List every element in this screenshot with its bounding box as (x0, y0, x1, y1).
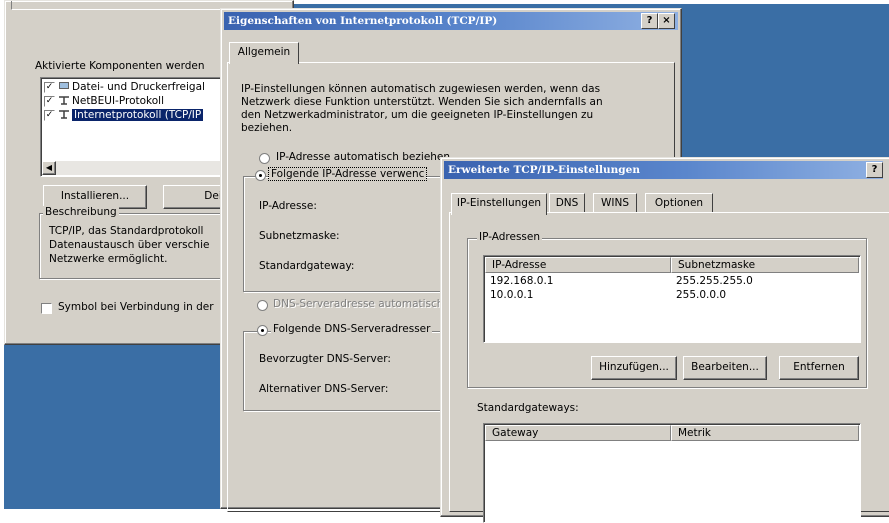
column-header-metric[interactable]: Metrik (671, 425, 859, 441)
subnet-cell: 255.255.255.0 (676, 275, 753, 287)
close-button[interactable]: × (658, 13, 675, 29)
tab-general[interactable]: Allgemein (229, 42, 299, 64)
tab-wins[interactable]: WINS (593, 193, 637, 212)
protocol-icon (59, 110, 69, 119)
auto-ip-label: IP-Adresse automatisch beziehen (276, 151, 451, 163)
alternate-dns-label: Alternativer DNS-Server: (259, 383, 389, 395)
gateway-list[interactable]: Gateway Metrik (483, 423, 861, 523)
component-checkbox[interactable]: ✓ (44, 110, 55, 121)
auto-dns-label: DNS-Serveradresse automatisch (273, 298, 444, 310)
default-gateway-label: Standardgateway: (259, 260, 355, 272)
subnet-mask-label: Subnetzmaske: (259, 230, 340, 242)
dns-config-group (243, 331, 453, 411)
description-line-1: TCP/IP, das Standardprotokoll (49, 225, 204, 237)
horizontal-scrollbar[interactable]: ◀ (42, 161, 238, 175)
manual-dns-label: Folgende DNS-Serveradresser (271, 323, 433, 335)
scroll-left-button[interactable]: ◀ (42, 161, 56, 175)
protocol-icon (59, 96, 69, 105)
default-gateways-label: Standardgateways: (477, 402, 579, 414)
edit-button[interactable]: Bearbeiten... (683, 356, 767, 380)
tcpip-title: Eigenschaften von Internetprotokoll (TCP… (228, 15, 498, 27)
components-label: Aktivierte Komponenten werden (35, 60, 205, 72)
column-header-ip[interactable]: IP-Adresse (485, 257, 671, 273)
tab-options[interactable]: Optionen (645, 193, 713, 212)
components-list[interactable]: ✓ Datei- und Druckerfreigal ✓ NetBEUI-Pr… (40, 77, 240, 177)
help-button[interactable]: ? (866, 162, 883, 178)
ip-cell: 10.0.0.1 (490, 289, 534, 301)
intro-text-line-4: beziehen. (241, 122, 293, 134)
description-line-3: Netzwerke ermöglicht. (49, 253, 168, 265)
manual-dns-radio[interactable] (257, 325, 268, 336)
add-button[interactable]: Hinzufügen... (591, 356, 677, 380)
show-icon-checkbox[interactable] (41, 303, 52, 314)
ip-row[interactable]: 192.168.0.1 255.255.255.0 (484, 274, 860, 288)
ip-addresses-legend: IP-Adressen (477, 231, 543, 243)
column-header-subnet[interactable]: Subnetzmaske (671, 257, 859, 273)
tcpip-title-bar: Eigenschaften von Internetprotokoll (TCP… (224, 12, 678, 30)
component-label-selected: Internetprotokoll (TCP/IP (72, 109, 204, 121)
description-legend: Beschreibung (43, 206, 119, 218)
component-label: Datei- und Druckerfreigal (72, 81, 205, 93)
subnet-cell: 255.0.0.0 (676, 289, 727, 301)
component-checkbox[interactable]: ✓ (44, 96, 55, 107)
advanced-tcpip-dialog: Erweiterte TCP/IP-Einstellungen ? IP-Ein… (440, 157, 889, 523)
manual-ip-radio[interactable] (255, 170, 266, 181)
help-button[interactable]: ? (641, 13, 658, 29)
manual-ip-label: Folgende IP-Adresse verwenc (267, 167, 428, 181)
advanced-title-bar: Erweiterte TCP/IP-Einstellungen ? (444, 161, 883, 179)
remove-button[interactable]: Entfernen (779, 356, 859, 380)
component-label: NetBEUI-Protokoll (72, 95, 165, 107)
show-icon-label: Symbol bei Verbindung in der (58, 301, 214, 313)
ip-row[interactable]: 10.0.0.1 255.0.0.0 (484, 288, 860, 302)
auto-dns-radio[interactable] (257, 300, 268, 311)
ip-address-label: IP-Adresse: (259, 200, 317, 212)
ip-cell: 192.168.0.1 (490, 275, 554, 287)
auto-ip-radio[interactable] (259, 153, 270, 164)
tab-ip-settings[interactable]: IP-Einstellungen (451, 193, 547, 215)
preferred-dns-label: Bevorzugter DNS-Server: (259, 353, 391, 365)
component-checkbox[interactable]: ✓ (44, 82, 55, 93)
ip-address-list[interactable]: IP-Adresse Subnetzmaske 192.168.0.1 255.… (483, 255, 861, 343)
network-service-icon (59, 82, 69, 89)
tab-dns[interactable]: DNS (549, 193, 585, 212)
advanced-title: Erweiterte TCP/IP-Einstellungen (448, 164, 640, 176)
intro-text-line-1: IP-Einstellungen können automatisch zuge… (241, 83, 601, 95)
intro-text-line-2: Netzwerk diese Funktion unterstützt. Wen… (241, 96, 603, 108)
column-header-gateway[interactable]: Gateway (485, 425, 671, 441)
intro-text-line-3: den Netzwerkadministrator, um die geeign… (241, 109, 594, 121)
description-line-2: Datenaustausch über verschie (49, 239, 210, 251)
